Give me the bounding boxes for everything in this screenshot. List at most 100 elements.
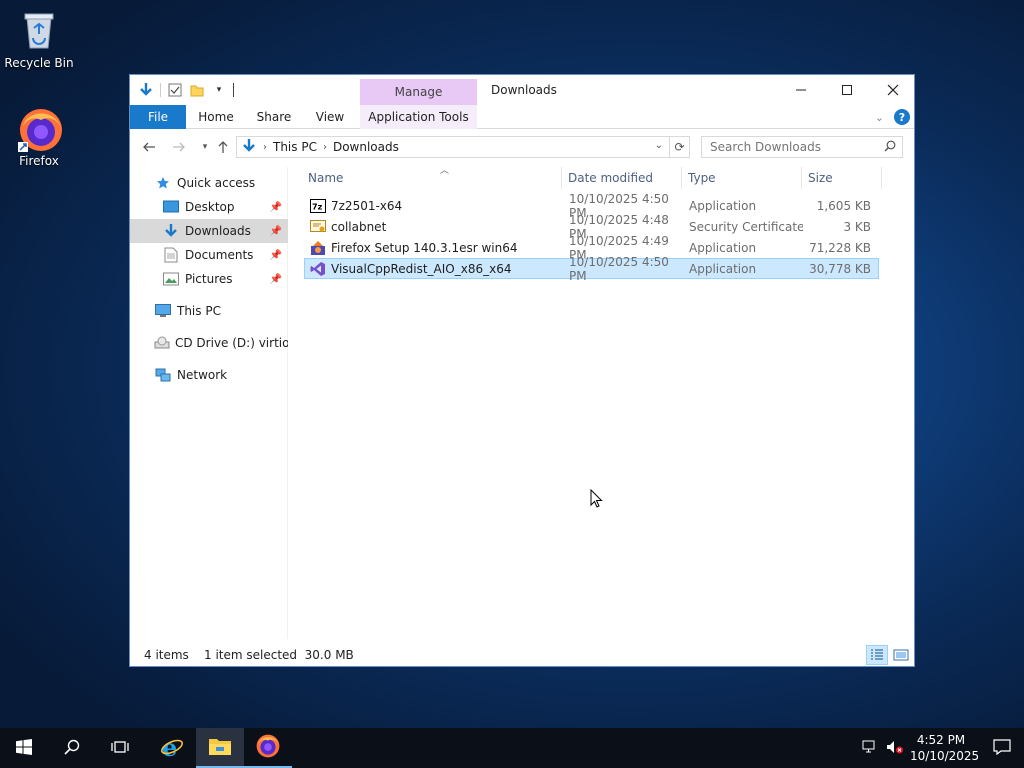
tab-share[interactable]: Share — [248, 105, 300, 129]
nav-item-network[interactable]: Network — [130, 363, 288, 387]
nav-item-this-pc[interactable]: This PC — [130, 299, 288, 323]
file-name: collabnet — [331, 219, 387, 234]
file-explorer-icon — [208, 736, 232, 759]
back-arrow-icon[interactable] — [138, 137, 160, 157]
breadcrumb-this-pc[interactable]: This PC — [273, 140, 317, 154]
action-center-button[interactable] — [980, 728, 1024, 768]
address-dropdown-chevron-icon[interactable]: ⌄ — [655, 140, 663, 151]
ribbon-right-controls: ⌄ ? — [875, 109, 910, 125]
nav-item-label: Documents — [185, 248, 254, 262]
search-input[interactable] — [710, 140, 880, 154]
column-header-name[interactable]: ︿ Name — [302, 166, 562, 189]
tab-file[interactable]: File — [130, 105, 186, 129]
status-item-count: 4 items — [144, 648, 189, 662]
file-row-selected[interactable]: VisualCppRedist_AIO_x86_x64 10/10/2025 4… — [304, 255, 879, 283]
volume-muted-icon[interactable] — [886, 740, 904, 758]
file-type: Application — [689, 198, 757, 213]
file-type: Security Certificate — [689, 219, 803, 234]
nav-item-label: CD Drive (D:) virtio-w — [175, 336, 288, 350]
recycle-bin-icon — [17, 8, 61, 52]
firefox-taskbar-button[interactable] — [244, 728, 292, 768]
svg-text:7z: 7z — [312, 202, 323, 211]
file-name: VisualCppRedist_AIO_x86_x64 — [331, 261, 512, 276]
nav-item-label: Downloads — [185, 224, 251, 238]
internet-explorer-icon: e — [160, 733, 184, 762]
cd-drive-icon — [154, 335, 170, 351]
customize-qat-chevron-icon[interactable]: ▾ — [211, 82, 227, 98]
chevron-right-icon[interactable]: › — [263, 142, 267, 153]
nav-item-desktop[interactable]: Desktop 📌 — [130, 195, 288, 219]
search-icon — [64, 739, 80, 758]
file-explorer-button[interactable] — [196, 728, 244, 768]
new-folder-icon[interactable] — [189, 82, 205, 98]
navigation-pane: Quick access Desktop 📌 Downloads 📌 Docum… — [130, 167, 288, 639]
pin-icon: 📌 — [269, 225, 282, 237]
file-type: Application — [689, 240, 757, 255]
taskbar-search-button[interactable] — [48, 728, 96, 768]
firefox-icon — [255, 733, 281, 762]
details-view-icon[interactable] — [866, 645, 888, 665]
column-header-type[interactable]: Type — [682, 167, 802, 189]
status-selection: 1 item selected 30.0 MB — [204, 648, 354, 662]
file-type: Application — [689, 261, 757, 276]
expand-ribbon-chevron-icon[interactable]: ⌄ — [875, 111, 884, 124]
large-icons-view-icon[interactable] — [890, 645, 912, 665]
network-status-icon[interactable] — [862, 740, 878, 758]
task-view-button[interactable] — [96, 728, 144, 768]
maximize-button[interactable] — [824, 75, 870, 105]
desktop-icon-firefox[interactable]: Firefox — [1, 106, 77, 168]
minimize-button[interactable] — [778, 75, 824, 105]
qat-divider — [233, 83, 234, 97]
close-button[interactable] — [870, 75, 916, 105]
window-title: Downloads — [491, 83, 557, 97]
nav-item-downloads[interactable]: Downloads 📌 — [130, 219, 288, 243]
column-header-size[interactable]: Size — [802, 167, 882, 189]
nav-item-cd-drive[interactable]: CD Drive (D:) virtio-w — [130, 331, 288, 355]
breadcrumb-downloads[interactable]: Downloads — [333, 140, 399, 154]
explorer-window: ▾ Manage Downloads File Home Share View … — [129, 74, 915, 667]
desktop-icon-label: Firefox — [19, 154, 59, 168]
downloads-folder-icon — [162, 223, 180, 239]
ribbon-tabs: File Home Share View Application Tools ⌄… — [130, 105, 914, 129]
up-arrow-icon[interactable] — [212, 137, 234, 157]
tab-application-tools[interactable]: Application Tools — [360, 105, 477, 129]
chevron-right-icon[interactable]: › — [323, 142, 327, 153]
navigation-bar: ▾ › This PC › Downloads ⌄ ⟳ — [130, 133, 914, 161]
pin-icon: 📌 — [269, 273, 282, 285]
column-header-date-modified[interactable]: Date modified — [562, 167, 682, 189]
clock-date: 10/10/2025 — [910, 749, 980, 763]
clock-time: 4:52 PM — [916, 733, 966, 747]
search-box[interactable] — [701, 136, 903, 158]
notification-icon — [993, 738, 1011, 758]
tab-view[interactable]: View — [306, 105, 354, 129]
internet-explorer-button[interactable]: e — [148, 728, 196, 768]
nav-item-pictures[interactable]: Pictures 📌 — [130, 267, 288, 291]
file-size: 3 KB — [843, 219, 871, 234]
nav-item-label: Desktop — [185, 200, 235, 214]
address-bar[interactable]: › This PC › Downloads ⌄ — [236, 136, 670, 158]
pin-icon: 📌 — [269, 201, 282, 213]
windows-logo-icon — [16, 738, 32, 758]
file-list: ︿ Name Date modified Type Size 7z 7z2501… — [290, 161, 914, 639]
tab-home[interactable]: Home — [190, 105, 242, 129]
title-bar[interactable]: ▾ Manage Downloads — [130, 75, 914, 105]
nav-item-label: Network — [177, 368, 228, 382]
visual-studio-icon — [309, 261, 327, 277]
nav-item-quick-access[interactable]: Quick access — [130, 171, 288, 195]
help-icon[interactable]: ? — [894, 109, 910, 125]
file-date: 10/10/2025 4:50 PM — [569, 254, 669, 283]
mouse-cursor-icon — [590, 488, 604, 512]
refresh-icon[interactable]: ⟳ — [670, 136, 690, 158]
star-icon — [154, 175, 172, 191]
pictures-icon — [162, 271, 180, 287]
desktop-icon-recycle-bin[interactable]: Recycle Bin — [1, 8, 77, 70]
properties-icon[interactable] — [167, 82, 183, 98]
start-button[interactable] — [0, 728, 48, 768]
taskbar-clock[interactable]: 4:52 PM 10/10/2025 — [910, 732, 980, 764]
tab-manage: Manage — [360, 79, 477, 105]
certificate-icon — [309, 219, 327, 235]
forward-arrow-icon[interactable] — [168, 137, 190, 157]
downloads-folder-icon — [241, 138, 257, 157]
search-icon — [884, 140, 896, 155]
nav-item-documents[interactable]: Documents 📌 — [130, 243, 288, 267]
